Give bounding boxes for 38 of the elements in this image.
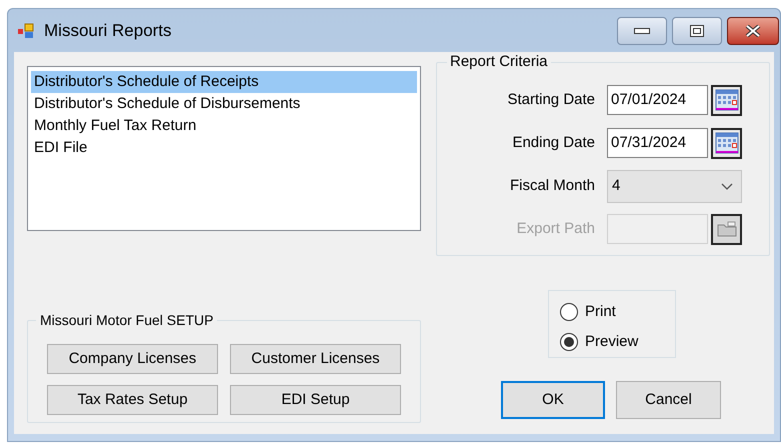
- group-title: Report Criteria: [447, 53, 551, 71]
- calendar-icon: [714, 88, 738, 112]
- radio-label: Print: [585, 302, 616, 322]
- close-icon: [745, 24, 761, 36]
- export-path-field[interactable]: [607, 214, 708, 244]
- radio-button[interactable]: [560, 303, 578, 322]
- app-icon: [18, 22, 36, 38]
- calendar-icon: [714, 131, 738, 155]
- date-field[interactable]: 07/31/2024: [607, 128, 708, 158]
- minimize-icon: [634, 27, 650, 34]
- radio-label: Preview: [585, 332, 638, 352]
- field-label: Fiscal Month: [508, 176, 596, 196]
- list-item[interactable]: Distributor's Schedule of Receipts: [31, 71, 417, 93]
- minimize-button[interactable]: [617, 16, 667, 44]
- field-label: Ending Date: [511, 132, 596, 153]
- chevron-down-icon: [721, 182, 733, 190]
- date-field[interactable]: 07/01/2024: [607, 85, 708, 115]
- list-item[interactable]: EDI File: [31, 137, 417, 159]
- field-label: Starting Date: [506, 90, 596, 110]
- browse-button[interactable]: [711, 214, 742, 244]
- radio-button[interactable]: [560, 332, 578, 351]
- field-label: Export Path: [516, 218, 596, 239]
- list-item[interactable]: Distributor's Schedule of Disbursements: [31, 93, 417, 115]
- dialog-button[interactable]: Cancel: [616, 381, 721, 419]
- list-item[interactable]: Monthly Fuel Tax Return: [31, 115, 417, 137]
- calendar-button[interactable]: [711, 84, 742, 116]
- fiscal-month-dropdown[interactable]: 4: [607, 170, 742, 202]
- setup-button[interactable]: Tax Rates Setup: [47, 385, 218, 415]
- folder-icon: [716, 221, 736, 237]
- window-title: Missouri Reports: [44, 20, 172, 42]
- setup-button[interactable]: EDI Setup: [230, 385, 401, 415]
- calendar-button[interactable]: [711, 128, 742, 158]
- setup-button[interactable]: Customer Licenses: [230, 344, 401, 374]
- restore-icon: [690, 24, 704, 36]
- maximize-button[interactable]: [672, 16, 722, 44]
- dialog-button[interactable]: OK: [501, 381, 605, 419]
- setup-button[interactable]: Company Licenses: [47, 344, 218, 374]
- close-button[interactable]: [727, 16, 779, 44]
